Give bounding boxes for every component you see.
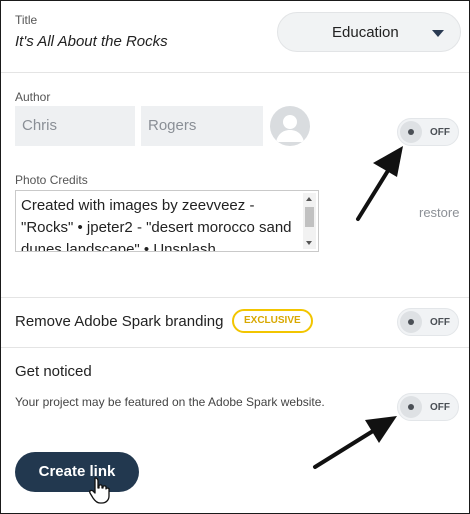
arrow-icon bbox=[313, 416, 397, 469]
hand-pointer-icon bbox=[89, 477, 110, 504]
arrow-icon bbox=[356, 146, 403, 221]
settings-panel: Title It's All About the Rocks Education… bbox=[0, 0, 470, 514]
annotation-overlay bbox=[89, 146, 403, 504]
